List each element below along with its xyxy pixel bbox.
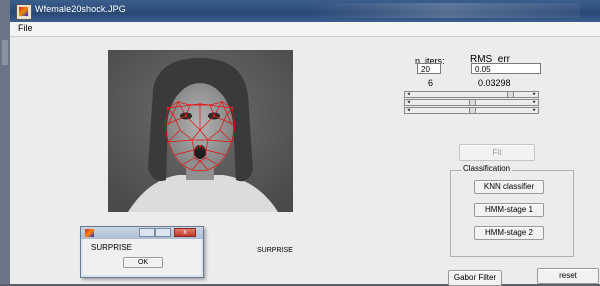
- matlab-figure-icon: [85, 229, 94, 237]
- rms-current-value: 0.03298: [478, 78, 511, 88]
- face-image: [108, 50, 293, 212]
- hmm-stage-2-button[interactable]: HMM-stage 2: [474, 226, 544, 240]
- ok-button[interactable]: OK: [123, 257, 163, 268]
- iteration-count: 6: [428, 78, 434, 88]
- hmm-stage-1-button[interactable]: HMM-stage 1: [474, 203, 544, 217]
- dialog-body: SURPRISE OK: [83, 239, 201, 275]
- slider-right-arrow-icon[interactable]: ▸: [532, 108, 537, 113]
- menu-bar: File: [10, 22, 600, 37]
- result-label: SURPRISE: [257, 247, 293, 254]
- slider-2[interactable]: ◂ ▸: [404, 99, 539, 106]
- window-title: Wfemale20shock.JPG: [35, 4, 126, 14]
- close-icon[interactable]: x: [174, 228, 196, 237]
- menu-file[interactable]: File: [18, 23, 33, 33]
- slider-left-arrow-icon[interactable]: ◂: [406, 92, 411, 97]
- dialog-message: SURPRISE: [91, 243, 132, 252]
- minimize-icon[interactable]: [139, 228, 155, 237]
- slider-left-arrow-icon[interactable]: ◂: [406, 108, 411, 113]
- slider-3[interactable]: ◂ ▸: [404, 107, 539, 114]
- dialog-title-bar[interactable]: x: [81, 227, 203, 239]
- maximize-icon[interactable]: [155, 228, 171, 237]
- slider-thumb[interactable]: [469, 108, 476, 113]
- title-bar[interactable]: Wfemale20shock.JPG: [10, 0, 600, 22]
- slider-left-arrow-icon[interactable]: ◂: [406, 100, 411, 105]
- slider-1[interactable]: ◂ ▸: [404, 91, 539, 98]
- title-bar-controls-area: [310, 3, 580, 18]
- slider-thumb[interactable]: [507, 92, 514, 97]
- message-dialog: x SURPRISE OK: [80, 226, 204, 278]
- classification-panel: Classification KNN classifier HMM-stage …: [450, 164, 574, 257]
- knn-classifier-button[interactable]: KNN classifier: [474, 180, 544, 194]
- classification-panel-title: Classification: [461, 164, 513, 173]
- reset-button[interactable]: reset: [537, 268, 599, 284]
- slider-right-arrow-icon[interactable]: ▸: [532, 100, 537, 105]
- background-desktop-strip: [0, 0, 10, 284]
- slider-right-arrow-icon[interactable]: ▸: [532, 92, 537, 97]
- fit-button[interactable]: Fit: [459, 144, 535, 161]
- slider-thumb[interactable]: [469, 100, 476, 105]
- n-iters-input[interactable]: 20: [417, 63, 441, 74]
- rms-err-input[interactable]: 0.05: [471, 63, 541, 74]
- matlab-figure-icon: [16, 4, 32, 20]
